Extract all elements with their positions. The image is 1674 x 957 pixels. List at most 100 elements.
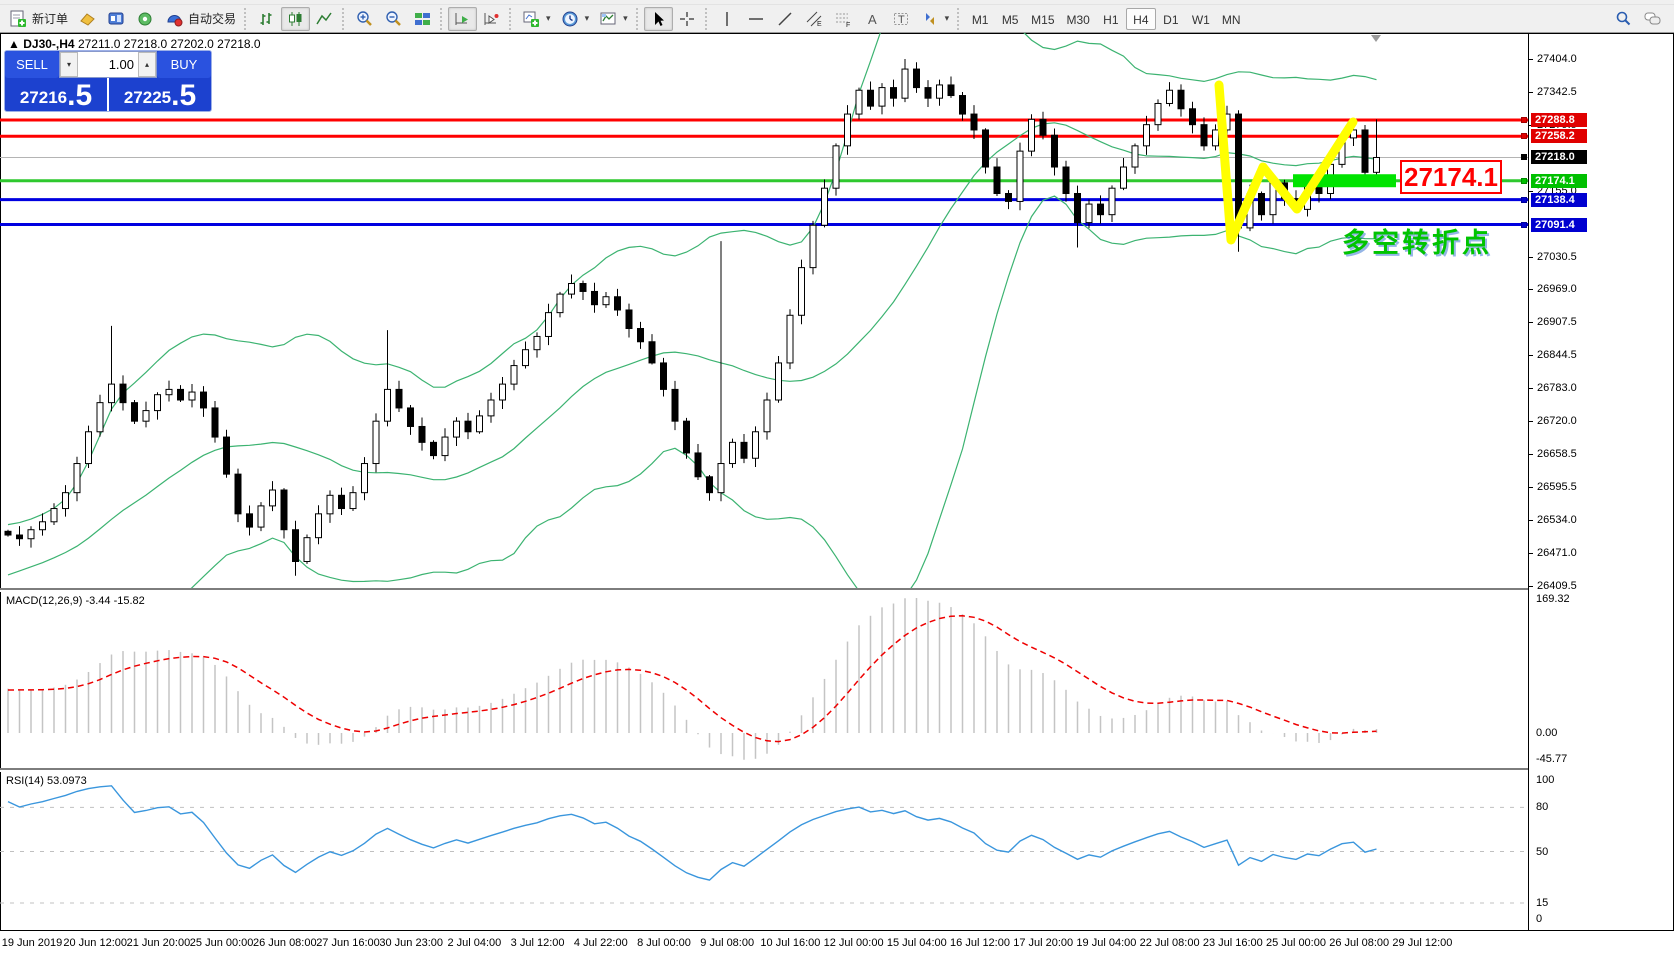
new-order-button[interactable]: 新订单 xyxy=(4,7,73,31)
bear-candle xyxy=(419,426,425,442)
cursor-button[interactable] xyxy=(644,7,673,31)
arrows-button[interactable]: ▾ xyxy=(916,7,955,31)
timeframe-mn-button[interactable]: MN xyxy=(1216,8,1247,30)
bear-candle xyxy=(592,291,598,304)
timeframe-w1-button[interactable]: W1 xyxy=(1186,8,1216,30)
bull-candle xyxy=(546,313,552,337)
bull-candle xyxy=(902,69,908,98)
price-annotation-box[interactable]: 27174.1 xyxy=(1400,160,1502,194)
sell-price[interactable]: 27216 .5 xyxy=(5,78,109,112)
turning-point-annotation[interactable]: 多空转折点 xyxy=(1342,221,1492,260)
time-axis-label: 10 Jul 16:00 xyxy=(760,937,820,949)
editor-button[interactable] xyxy=(73,7,102,31)
tile-windows-button[interactable] xyxy=(408,7,437,31)
candlestick-chart-button[interactable] xyxy=(281,7,310,31)
price-chart-plot[interactable] xyxy=(0,33,1528,589)
volume-increase-button[interactable]: ▴ xyxy=(138,52,156,77)
tile-windows-icon xyxy=(413,10,432,28)
bull-candle xyxy=(74,464,80,493)
bull-candle xyxy=(776,363,782,400)
bull-candle xyxy=(569,284,575,295)
time-axis-label: 12 Jul 00:00 xyxy=(824,937,884,949)
level-axis-bullet xyxy=(1521,154,1527,160)
time-axis-label: 4 Jul 22:00 xyxy=(574,937,628,949)
dropdown-arrow-icon: ▾ xyxy=(546,13,551,24)
panel-separator[interactable] xyxy=(0,588,1528,592)
bull-candle xyxy=(799,268,805,316)
time-axis[interactable]: 19 Jun 201920 Jun 12:0021 Jun 20:0025 Ju… xyxy=(0,930,1674,957)
bar-chart-button[interactable] xyxy=(252,7,281,31)
zoom-in-icon xyxy=(355,10,374,28)
bear-candle xyxy=(17,535,23,539)
rsi-indicator-plot[interactable] xyxy=(0,772,1528,930)
timeframe-m5-button[interactable]: M5 xyxy=(995,8,1025,30)
bull-candle xyxy=(327,495,333,514)
timeframe-m1-button[interactable]: M1 xyxy=(965,8,995,30)
bull-candle xyxy=(304,538,310,562)
templates-icon xyxy=(599,10,618,28)
buy-button[interactable]: BUY xyxy=(157,51,211,78)
price-tick-mark xyxy=(1528,487,1533,488)
timeframe-h4-button[interactable]: H4 xyxy=(1126,8,1156,30)
bear-candle xyxy=(868,90,874,106)
horizontal-line-button[interactable] xyxy=(742,7,771,31)
price-tick-label: 26720.0 xyxy=(1537,415,1577,427)
autotrading-robot-icon xyxy=(165,10,184,28)
dropdown-arrow-icon: ▾ xyxy=(945,13,950,24)
toolbar-separator xyxy=(244,8,249,30)
bear-candle xyxy=(649,342,655,363)
chat-icon[interactable] xyxy=(1643,10,1662,28)
news-button[interactable] xyxy=(131,7,160,31)
bull-candle xyxy=(488,400,494,416)
templates-button[interactable]: ▾ xyxy=(594,7,633,31)
macd-indicator-plot[interactable] xyxy=(0,592,1528,768)
bear-candle xyxy=(247,514,253,527)
sell-button[interactable]: SELL xyxy=(5,51,59,78)
zoom-in-button[interactable] xyxy=(350,7,379,31)
time-axis-label: 21 Jun 20:00 xyxy=(127,937,191,949)
timeframe-d1-button[interactable]: D1 xyxy=(1156,8,1186,30)
price-tick-label: 26534.0 xyxy=(1537,514,1577,526)
new-chart-button[interactable]: ▾ xyxy=(517,7,556,31)
time-axis-label: 27 Jun 16:00 xyxy=(316,937,380,949)
bull-candle xyxy=(477,416,483,432)
text-button[interactable]: A xyxy=(858,7,887,31)
collapse-icon[interactable]: ▲ xyxy=(8,37,20,51)
bear-candle xyxy=(971,114,977,130)
bear-candle xyxy=(178,389,184,400)
buy-price[interactable]: 27225 .5 xyxy=(109,78,211,112)
line-chart-button[interactable] xyxy=(310,7,339,31)
fibonacci-button[interactable]: F xyxy=(829,7,858,31)
bull-candle xyxy=(270,490,276,506)
vertical-line-button[interactable] xyxy=(713,7,742,31)
timeframe-m15-button[interactable]: M15 xyxy=(1025,8,1060,30)
new-order-label: 新订单 xyxy=(32,10,68,27)
price-tick-label: 26595.5 xyxy=(1537,481,1577,493)
bollinger-lower-band xyxy=(8,196,1377,589)
chart-shift-marker-icon[interactable] xyxy=(1371,35,1381,42)
cursor-icon xyxy=(649,10,668,28)
trendline-button[interactable] xyxy=(771,7,800,31)
timeframe-m30-button[interactable]: M30 xyxy=(1061,8,1096,30)
toolbar-separator xyxy=(342,8,347,30)
time-axis-label: 9 Jul 08:00 xyxy=(700,937,754,949)
terminal-button[interactable] xyxy=(102,7,131,31)
text-label-button[interactable]: T xyxy=(887,7,916,31)
chart-shift-button[interactable] xyxy=(477,7,506,31)
bull-candle xyxy=(856,90,862,114)
periods-button[interactable]: ▾ xyxy=(556,7,595,31)
chart-title: ▲ DJ30-,H4 27211.0 27218.0 27202.0 27218… xyxy=(8,37,261,51)
bear-candle xyxy=(1259,193,1265,214)
autotrading-button[interactable]: 自动交易 xyxy=(160,7,241,31)
crosshair-button[interactable] xyxy=(673,7,702,31)
panel-separator[interactable] xyxy=(0,768,1528,772)
zoom-out-button[interactable] xyxy=(379,7,408,31)
equidistant-channel-button[interactable]: E xyxy=(800,7,829,31)
timeframe-h1-button[interactable]: H1 xyxy=(1096,8,1126,30)
volume-input[interactable] xyxy=(78,52,138,77)
bear-candle xyxy=(925,88,931,99)
auto-scroll-button[interactable] xyxy=(448,7,477,31)
price-tick-label: 26658.5 xyxy=(1537,448,1577,460)
volume-decrease-button[interactable]: ▾ xyxy=(60,52,78,77)
search-icon[interactable] xyxy=(1614,10,1633,28)
